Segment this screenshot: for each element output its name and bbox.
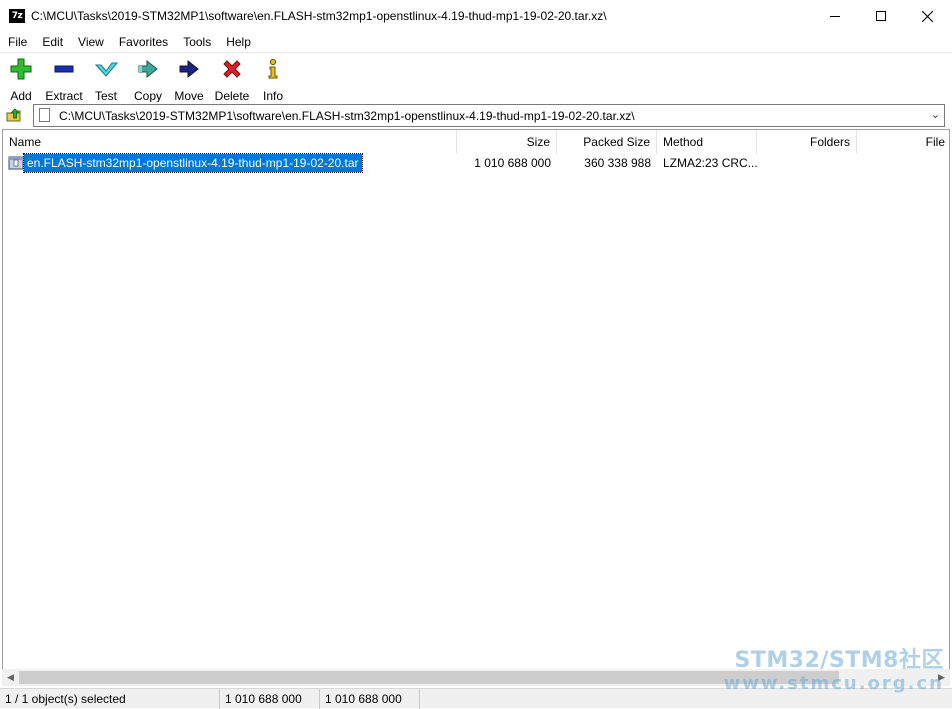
add-label: Add bbox=[10, 89, 32, 103]
move-label: Move bbox=[174, 89, 204, 103]
close-button[interactable] bbox=[904, 0, 950, 32]
status-bar: 1 / 1 object(s) selected 1 010 688 000 1… bbox=[0, 688, 952, 709]
extract-label: Extract bbox=[45, 89, 83, 103]
address-combobox[interactable]: C:\MCU\Tasks\2019-STM32MP1\software\en.F… bbox=[33, 104, 945, 127]
menu-edit[interactable]: Edit bbox=[34, 32, 70, 52]
document-icon bbox=[39, 108, 50, 122]
delete-button[interactable]: Delete bbox=[211, 55, 253, 103]
menu-help[interactable]: Help bbox=[218, 32, 258, 52]
app-7zip-icon: 7z bbox=[9, 9, 25, 23]
menu-bar: File Edit View Favorites Tools Help bbox=[0, 32, 952, 52]
minimize-icon bbox=[830, 15, 840, 17]
info-icon bbox=[268, 58, 278, 79]
menu-favorites[interactable]: Favorites bbox=[111, 32, 175, 52]
column-name[interactable]: Name bbox=[3, 130, 457, 154]
file-method: LZMA2:23 CRC... bbox=[663, 156, 758, 170]
status-packed: 1 010 688 000 bbox=[320, 689, 420, 709]
menu-tools[interactable]: Tools bbox=[175, 32, 218, 52]
file-size: 1 010 688 000 bbox=[474, 156, 551, 170]
maximize-icon bbox=[876, 11, 886, 21]
copy-arrow-icon bbox=[138, 59, 158, 79]
add-button[interactable]: Add bbox=[0, 55, 42, 103]
close-icon bbox=[921, 10, 933, 22]
title-bar: 7z C:\MCU\Tasks\2019-STM32MP1\software\e… bbox=[0, 0, 952, 32]
toolbar: Add Extract Test Copy Move Delete Info bbox=[0, 52, 952, 103]
check-icon bbox=[94, 62, 119, 77]
column-files[interactable]: File bbox=[857, 130, 949, 154]
address-bar: C:\MCU\Tasks\2019-STM32MP1\software\en.F… bbox=[0, 102, 952, 128]
info-label: Info bbox=[262, 89, 283, 103]
file-packed-size: 360 338 988 bbox=[584, 156, 651, 170]
archive-file-icon bbox=[8, 156, 24, 170]
plus-icon bbox=[10, 58, 32, 80]
column-packed-size[interactable]: Packed Size bbox=[557, 130, 657, 154]
test-button[interactable]: Test bbox=[85, 55, 127, 103]
test-label: Test bbox=[94, 89, 117, 103]
move-arrow-icon bbox=[179, 59, 199, 79]
maximize-button[interactable] bbox=[858, 0, 904, 32]
menu-view[interactable]: View bbox=[70, 32, 111, 52]
column-size[interactable]: Size bbox=[457, 130, 557, 154]
address-path: C:\MCU\Tasks\2019-STM32MP1\software\en.F… bbox=[59, 109, 635, 123]
menu-file[interactable]: File bbox=[0, 32, 34, 52]
scroll-left-arrow-icon[interactable]: ◀ bbox=[2, 669, 19, 686]
info-button[interactable]: Info bbox=[252, 55, 294, 103]
delete-label: Delete bbox=[214, 89, 250, 103]
move-button[interactable]: Move bbox=[168, 55, 210, 103]
folder-up-icon[interactable] bbox=[6, 107, 22, 123]
column-folders[interactable]: Folders bbox=[757, 130, 857, 154]
delete-x-icon bbox=[223, 60, 241, 78]
scroll-thumb[interactable] bbox=[19, 671, 839, 684]
file-name[interactable]: en.FLASH-stm32mp1-openstlinux-4.19-thud-… bbox=[23, 153, 363, 173]
status-selection: 1 / 1 object(s) selected bbox=[0, 689, 220, 709]
horizontal-scrollbar[interactable]: ◀ ▶ bbox=[2, 669, 950, 686]
minus-icon bbox=[54, 65, 74, 73]
column-header: Name Size Packed Size Method Folders Fil… bbox=[3, 130, 949, 154]
table-row[interactable]: en.FLASH-stm32mp1-openstlinux-4.19-thud-… bbox=[3, 153, 949, 173]
copy-label: Copy bbox=[133, 89, 162, 103]
extract-button[interactable]: Extract bbox=[43, 55, 85, 103]
minimize-button[interactable] bbox=[812, 0, 858, 32]
window-title: C:\MCU\Tasks\2019-STM32MP1\software\en.F… bbox=[31, 9, 607, 23]
copy-button[interactable]: Copy bbox=[127, 55, 169, 103]
chevron-down-icon[interactable]: ⌄ bbox=[931, 108, 940, 121]
column-method[interactable]: Method bbox=[657, 130, 757, 154]
status-size: 1 010 688 000 bbox=[220, 689, 320, 709]
scroll-right-arrow-icon[interactable]: ▶ bbox=[933, 669, 950, 686]
file-list[interactable]: Name Size Packed Size Method Folders Fil… bbox=[2, 129, 950, 669]
